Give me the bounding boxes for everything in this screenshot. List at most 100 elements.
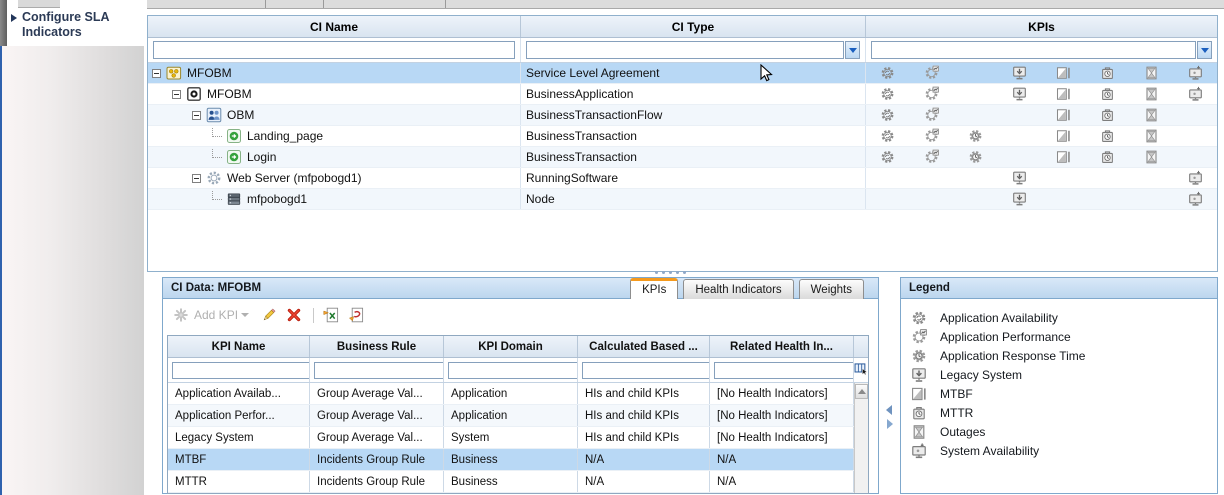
kpi-row-mtbf[interactable]: MTBF Incidents Group Rule Business N/A N… bbox=[168, 449, 868, 471]
tree-row-mfpobogd1[interactable]: mfpobogd1 Node bbox=[148, 189, 1217, 210]
collapse-left-icon[interactable] bbox=[886, 405, 892, 415]
ci-type-filter-input[interactable] bbox=[526, 41, 844, 59]
add-kpi-dropdown-caret-icon[interactable] bbox=[241, 313, 250, 317]
app-response-time-icon bbox=[968, 129, 983, 144]
vertical-scrollbar[interactable] bbox=[854, 427, 868, 449]
expand-right-icon[interactable] bbox=[887, 419, 893, 429]
system-availability-icon bbox=[1188, 170, 1203, 186]
running-software-icon bbox=[206, 170, 222, 186]
collapse-toggle-icon[interactable] bbox=[192, 110, 201, 120]
cell-kpi-name: Legacy System bbox=[168, 427, 310, 448]
tree-filter-row bbox=[148, 38, 1217, 63]
outages-icon bbox=[911, 424, 927, 440]
toolbar-separator bbox=[445, 0, 446, 8]
kpis-filter-input[interactable] bbox=[871, 41, 1196, 59]
outages-icon bbox=[1144, 66, 1159, 81]
chevron-down-icon bbox=[1200, 47, 1209, 53]
legacy-system-icon bbox=[911, 367, 927, 383]
ci-data-tabs: KPIs Health Indicators Weights bbox=[625, 278, 864, 299]
ci-name: Landing_page bbox=[247, 129, 324, 143]
column-header-kpis[interactable]: KPIs bbox=[866, 16, 1217, 37]
column-header-kpi-domain[interactable]: KPI Domain bbox=[444, 336, 578, 357]
tree-row-obm[interactable]: OBM BusinessTransactionFlow bbox=[148, 105, 1217, 126]
scroll-up-button[interactable] bbox=[855, 384, 868, 399]
mtbf-icon bbox=[1056, 108, 1071, 123]
collapse-toggle-icon[interactable] bbox=[172, 89, 181, 99]
node-icon bbox=[226, 191, 242, 207]
toolbar-separator bbox=[265, 0, 266, 8]
column-picker-button[interactable] bbox=[854, 358, 868, 382]
business-application-icon bbox=[186, 86, 202, 102]
kpi-domain-filter-input[interactable] bbox=[448, 361, 577, 379]
tree-row-mfobm-sla[interactable]: MFOBM Service Level Agreement bbox=[148, 63, 1217, 84]
app-response-time-icon bbox=[911, 348, 927, 364]
app-response-time-icon bbox=[968, 150, 983, 165]
vertical-scrollbar[interactable] bbox=[854, 471, 868, 493]
tree-row-landing-page[interactable]: Landing_page BusinessTransaction bbox=[148, 126, 1217, 147]
system-availability-icon bbox=[1188, 86, 1203, 102]
ci-name: MFOBM bbox=[207, 87, 252, 101]
ci-tree-rows: MFOBM Service Level Agreement MFOBM Busi… bbox=[148, 63, 1217, 210]
business-rule-filter-input[interactable] bbox=[314, 361, 443, 379]
column-header-business-rule[interactable]: Business Rule bbox=[310, 336, 444, 357]
ci-name: OBM bbox=[227, 108, 255, 122]
related-health-filter-input[interactable] bbox=[714, 361, 853, 379]
edit-kpi-button[interactable] bbox=[261, 307, 277, 323]
tab-weights[interactable]: Weights bbox=[798, 279, 864, 299]
mttr-icon bbox=[911, 405, 927, 421]
cell-business-rule: Incidents Group Rule bbox=[310, 449, 444, 470]
kpis-filter-dropdown[interactable] bbox=[1197, 41, 1212, 59]
tree-connector bbox=[212, 128, 222, 137]
cell-kpi-domain: Business bbox=[444, 471, 578, 492]
ci-name-filter-input[interactable] bbox=[153, 41, 515, 59]
tab-health-indicators[interactable]: Health Indicators bbox=[683, 279, 794, 299]
export-excel-button[interactable] bbox=[323, 307, 339, 323]
legacy-system-icon bbox=[1012, 87, 1027, 102]
cell-calculated-based: HIs and child KPIs bbox=[578, 427, 710, 448]
delete-kpi-button[interactable] bbox=[286, 307, 302, 323]
vertical-scrollbar[interactable] bbox=[854, 383, 868, 405]
cell-business-rule: Group Average Val... bbox=[310, 405, 444, 426]
collapse-toggle-icon[interactable] bbox=[192, 173, 201, 183]
column-header-calculated-based[interactable]: Calculated Based ... bbox=[578, 336, 710, 357]
ci-name: MFOBM bbox=[187, 66, 232, 80]
tree-row-mfobm-app[interactable]: MFOBM BusinessApplication bbox=[148, 84, 1217, 105]
kpi-row-application-performance[interactable]: Application Perfor... Group Average Val.… bbox=[168, 405, 868, 427]
column-header-ci-type[interactable]: CI Type bbox=[521, 16, 866, 37]
cutoff-toolbar-strip bbox=[147, 0, 1224, 9]
column-header-ci-name[interactable]: CI Name bbox=[148, 16, 521, 37]
tree-header-row: CI Name CI Type KPIs bbox=[148, 16, 1217, 38]
outages-icon bbox=[1144, 129, 1159, 144]
cell-calculated-based: N/A bbox=[578, 449, 710, 470]
export-pdf-button[interactable] bbox=[348, 307, 364, 323]
app-performance-icon bbox=[924, 149, 939, 165]
kpi-row-legacy-system[interactable]: Legacy System Group Average Val... Syste… bbox=[168, 427, 868, 449]
kpi-icons-cell bbox=[866, 63, 1217, 83]
ci-data-panel: CI Data: MFOBM KPIs Health Indicators We… bbox=[162, 277, 879, 494]
tree-row-web-server[interactable]: Web Server (mfpobogd1) RunningSoftware bbox=[148, 168, 1217, 189]
kpi-row-mttr[interactable]: MTTR Incidents Group Rule Business N/A N… bbox=[168, 471, 868, 493]
vertical-scrollbar[interactable] bbox=[854, 449, 868, 471]
cell-related-health: [No Health Indicators] bbox=[710, 427, 854, 448]
ci-type-filter-dropdown[interactable] bbox=[845, 41, 860, 59]
app-availability-icon bbox=[880, 108, 895, 123]
ci-data-title: CI Data: MFOBM bbox=[171, 282, 262, 294]
ci-type: Service Level Agreement bbox=[521, 63, 866, 83]
sidebar-item-configure-sla-indicators[interactable]: Configure SLA Indicators bbox=[22, 10, 134, 40]
vertical-scrollbar[interactable] bbox=[854, 405, 868, 427]
ci-type: Node bbox=[521, 189, 866, 209]
kpi-name-filter-input[interactable] bbox=[172, 361, 309, 379]
column-header-kpi-name[interactable]: KPI Name bbox=[168, 336, 310, 357]
column-header-related-health[interactable]: Related Health In... bbox=[710, 336, 854, 357]
tab-kpis[interactable]: KPIs bbox=[630, 278, 679, 299]
collapse-toggle-icon[interactable] bbox=[152, 68, 161, 78]
kpi-row-application-availability[interactable]: Application Availab... Group Average Val… bbox=[168, 383, 868, 405]
add-kpi-button[interactable]: Add KPI bbox=[194, 308, 238, 322]
cell-business-rule: Incidents Group Rule bbox=[310, 471, 444, 492]
sidebar-edge-line bbox=[0, 46, 2, 495]
vertical-splitter[interactable] bbox=[882, 277, 900, 494]
calculated-based-filter-input[interactable] bbox=[582, 361, 709, 379]
mtbf-icon bbox=[1056, 150, 1071, 165]
horizontal-splitter[interactable] bbox=[655, 271, 686, 274]
tree-row-login[interactable]: Login BusinessTransaction bbox=[148, 147, 1217, 168]
